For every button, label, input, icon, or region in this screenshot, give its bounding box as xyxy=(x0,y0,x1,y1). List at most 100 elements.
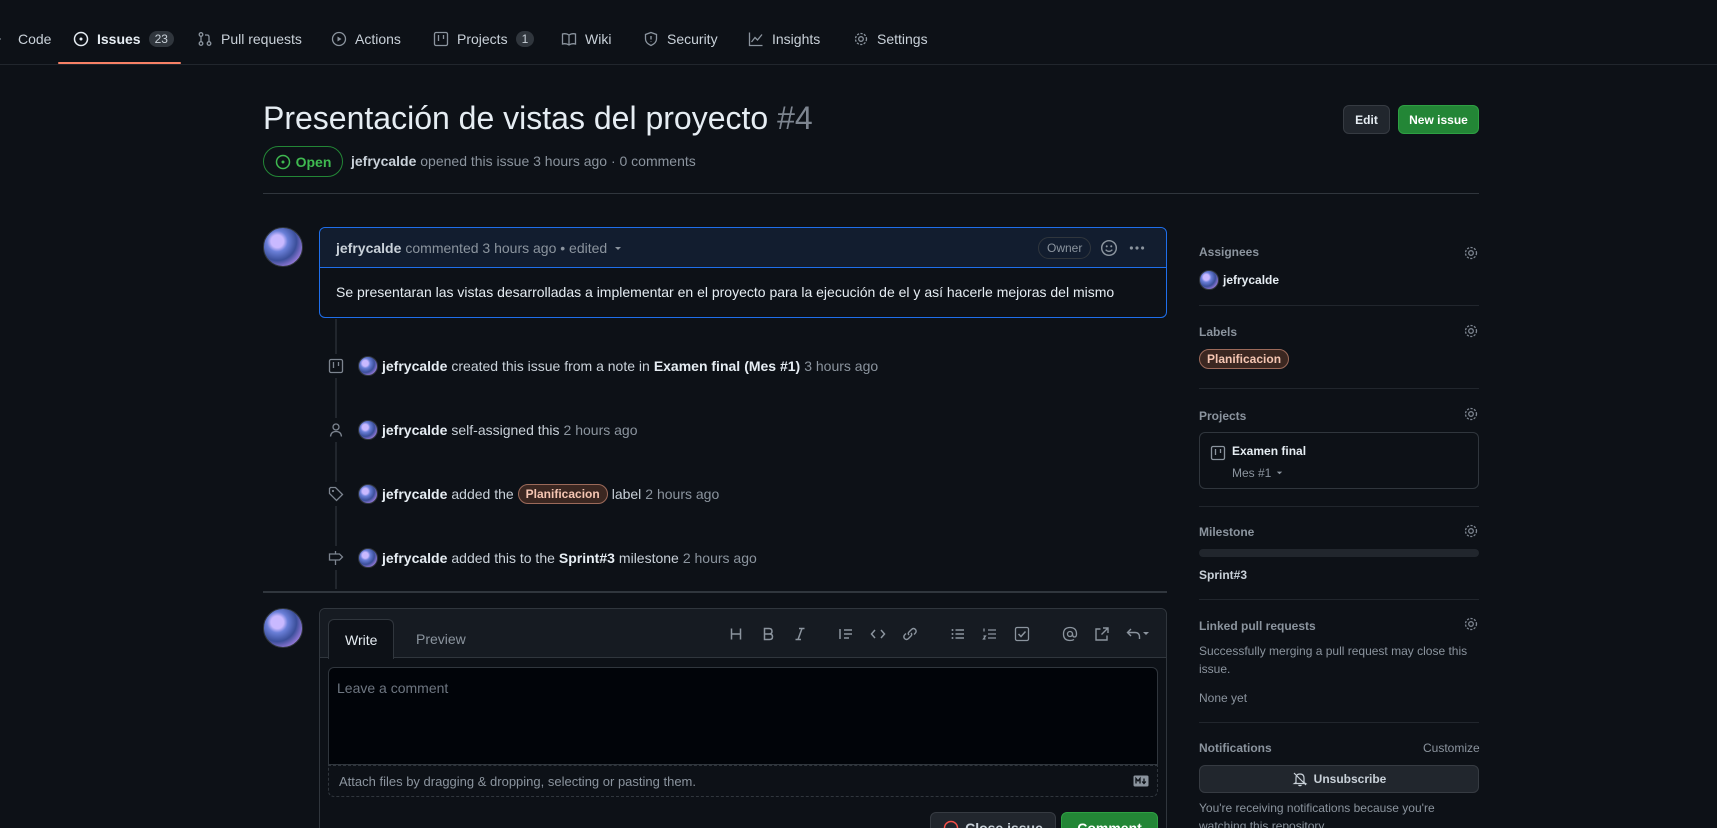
event-milestone-link[interactable]: Sprint#3 xyxy=(559,550,615,566)
gear-icon[interactable] xyxy=(1463,323,1479,339)
milestone-icon xyxy=(324,546,348,570)
bold-icon[interactable] xyxy=(760,626,776,642)
edit-button[interactable]: Edit xyxy=(1343,105,1390,134)
issue-state-badge: Open xyxy=(263,146,343,177)
quote-icon[interactable] xyxy=(838,626,854,642)
italic-icon[interactable] xyxy=(792,626,808,642)
tab-label: Pull requests xyxy=(221,31,302,47)
milestone-heading: Milestone xyxy=(1199,525,1255,539)
avatar[interactable] xyxy=(358,548,378,568)
sidebar-label[interactable]: Planificacion xyxy=(1199,349,1293,369)
event-project-link[interactable]: Examen final xyxy=(654,358,740,374)
event-text-2: milestone xyxy=(618,550,679,566)
book-icon xyxy=(561,31,577,47)
avatar xyxy=(1199,270,1219,290)
avatar[interactable] xyxy=(358,484,378,504)
reply-icon[interactable] xyxy=(1126,626,1150,642)
tab-preview[interactable]: Preview xyxy=(400,619,482,659)
milestone-name[interactable]: Sprint#3 xyxy=(1199,566,1247,584)
tab-label: Actions xyxy=(355,31,401,47)
comment-button[interactable]: Comment xyxy=(1061,812,1158,828)
play-icon xyxy=(331,31,347,47)
event-time[interactable]: 3 hours ago xyxy=(804,358,878,374)
kebab-horizontal-icon[interactable] xyxy=(1128,239,1146,257)
new-issue-button[interactable]: New issue xyxy=(1398,105,1479,134)
tab-code[interactable]: Code xyxy=(0,26,51,52)
projects-counter: 1 xyxy=(515,31,535,47)
event-actor-link[interactable]: jefrycalde xyxy=(382,422,447,438)
event-actor-link[interactable]: jefrycalde xyxy=(382,486,447,502)
label-chip[interactable]: Planificacion xyxy=(517,484,608,504)
tab-actions[interactable]: Actions xyxy=(331,26,401,52)
table-icon xyxy=(433,31,449,47)
chevron-down-icon xyxy=(1275,468,1284,477)
tag-icon xyxy=(324,482,348,506)
link-icon[interactable] xyxy=(902,626,918,642)
issue-opened-icon xyxy=(73,31,89,47)
assignee-item[interactable]: jefrycalde xyxy=(1199,270,1279,290)
avatar[interactable] xyxy=(358,420,378,440)
comment-textarea[interactable]: Leave a comment xyxy=(328,667,1158,765)
tab-write[interactable]: Write xyxy=(328,619,395,659)
label-chip[interactable]: Planificacion xyxy=(1199,349,1290,369)
cross-reference-icon[interactable] xyxy=(1094,626,1110,642)
assignees-heading: Assignees xyxy=(1199,245,1260,259)
gear-icon[interactable] xyxy=(1463,245,1479,261)
avatar[interactable] xyxy=(263,608,303,648)
tab-security[interactable]: Security xyxy=(643,26,718,52)
event-text: self-assigned this xyxy=(451,422,560,438)
event-time[interactable]: 2 hours ago xyxy=(564,422,638,438)
gear-icon[interactable] xyxy=(1463,406,1479,422)
project-card[interactable]: Examen final Mes #1 xyxy=(1199,432,1479,489)
tasklist-icon[interactable] xyxy=(1014,626,1030,642)
event-text: added the xyxy=(451,486,514,502)
event-actor-link[interactable]: jefrycalde xyxy=(382,358,447,374)
list-unordered-icon[interactable] xyxy=(950,626,966,642)
tab-insights[interactable]: Insights xyxy=(748,26,820,52)
gear-icon xyxy=(853,31,869,47)
issue-comment: jefrycalde commented 3 hours ago • edite… xyxy=(319,227,1167,318)
project-name[interactable]: Examen final xyxy=(1232,444,1306,458)
header-divider xyxy=(263,193,1479,194)
customize-link[interactable]: Customize xyxy=(1423,741,1480,755)
timeline-end-divider xyxy=(263,591,1167,593)
attach-files-bar[interactable]: Attach files by dragging & dropping, sel… xyxy=(328,765,1158,797)
close-issue-button[interactable]: Close issue xyxy=(930,812,1056,828)
comment-author-link[interactable]: jefrycalde xyxy=(336,240,401,256)
event-text: added this to the xyxy=(451,550,555,566)
issue-author-link[interactable]: jefrycalde xyxy=(351,153,416,169)
event-time[interactable]: 2 hours ago xyxy=(645,486,719,502)
tab-pull-requests[interactable]: Pull requests xyxy=(197,26,302,52)
tab-label: Insights xyxy=(772,31,821,47)
issue-closed-icon xyxy=(943,820,959,828)
avatar[interactable] xyxy=(263,227,303,267)
heading-icon[interactable] xyxy=(728,626,744,642)
event-actor-link[interactable]: jefrycalde xyxy=(382,550,447,566)
mention-icon[interactable] xyxy=(1062,626,1078,642)
code-icon[interactable] xyxy=(870,626,886,642)
tab-label: Issues xyxy=(97,31,141,47)
project-column-select[interactable]: Mes #1 xyxy=(1232,466,1284,480)
unsubscribe-button[interactable]: Unsubscribe xyxy=(1199,765,1479,793)
sidebar-divider xyxy=(1199,305,1479,306)
chevron-down-icon[interactable] xyxy=(613,243,623,253)
tab-projects[interactable]: Projects 1 xyxy=(433,26,535,52)
project-icon xyxy=(1210,445,1226,461)
avatar[interactable] xyxy=(358,356,378,376)
editor-toolbar: Write Preview xyxy=(320,609,1166,659)
comment-meta: commented 3 hours ago • edited xyxy=(405,239,608,256)
timeline-event-created: jefrycalde created this issue from a not… xyxy=(324,354,878,378)
tab-settings[interactable]: Settings xyxy=(853,26,928,52)
close-issue-label: Close issue xyxy=(965,820,1043,828)
gear-icon[interactable] xyxy=(1463,523,1479,539)
notifications-reason: You're receiving notifications because y… xyxy=(1199,801,1435,828)
list-ordered-icon[interactable] xyxy=(982,626,998,642)
gear-icon[interactable] xyxy=(1463,616,1479,632)
tab-issues[interactable]: Issues 23 xyxy=(73,26,174,52)
markdown-icon[interactable] xyxy=(1133,775,1149,787)
tab-wiki[interactable]: Wiki xyxy=(561,26,611,52)
new-comment-form: Write Preview Leave a comment Attach fil… xyxy=(319,608,1167,828)
event-time[interactable]: 2 hours ago xyxy=(683,550,757,566)
smiley-icon[interactable] xyxy=(1100,239,1118,257)
linked-prs-none: None yet xyxy=(1199,691,1248,705)
